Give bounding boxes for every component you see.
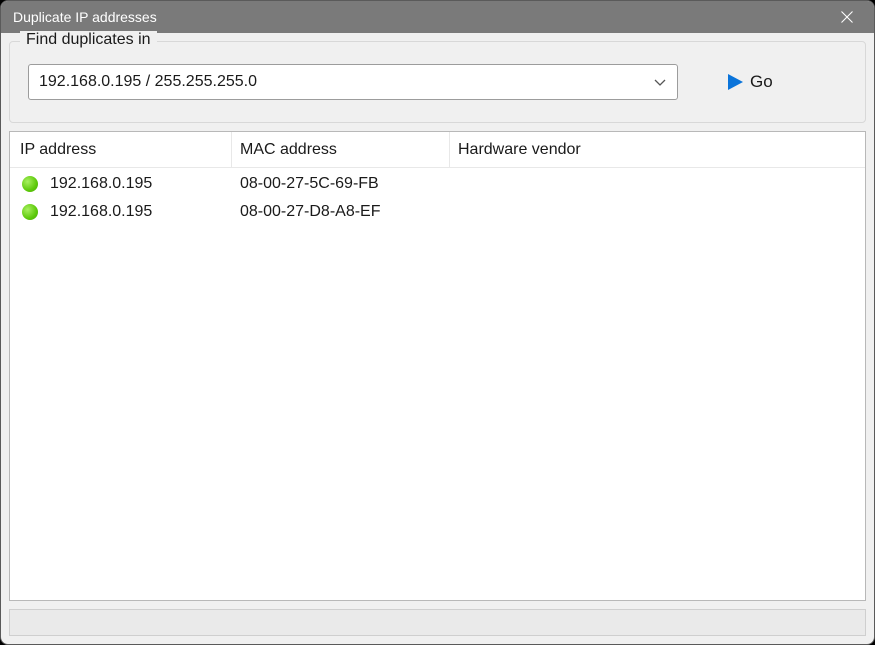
close-button[interactable] [824,1,870,33]
cell-ip: 192.168.0.195 [10,198,232,226]
cell-mac: 08-00-27-5C-69-FB [232,170,450,198]
column-header-vendor[interactable]: Hardware vendor [450,132,865,167]
go-button-label: Go [750,72,773,92]
cell-mac: 08-00-27-D8-A8-EF [232,198,450,226]
content-area: Find duplicates in 192.168.0.195 / 255.2… [1,33,874,644]
table-row[interactable]: 192.168.0.195 08-00-27-5C-69-FB [10,170,865,198]
window: Duplicate IP addresses Find duplicates i… [0,0,875,645]
cell-vendor [450,198,865,226]
status-online-icon [22,176,38,192]
go-button[interactable]: Go [718,68,781,96]
window-title: Duplicate IP addresses [13,9,824,25]
status-online-icon [22,204,38,220]
column-header-ip[interactable]: IP address [10,132,232,167]
results-table: IP address MAC address Hardware vendor 1… [9,131,866,601]
cell-ip: 192.168.0.195 [10,170,232,198]
table-row[interactable]: 192.168.0.195 08-00-27-D8-A8-EF [10,198,865,226]
close-icon [841,11,853,23]
group-legend: Find duplicates in [20,31,157,49]
column-header-mac[interactable]: MAC address [232,132,450,167]
network-dropdown[interactable]: 192.168.0.195 / 255.255.255.0 [28,64,678,100]
ip-value: 192.168.0.195 [50,175,152,193]
network-dropdown-value: 192.168.0.195 / 255.255.255.0 [39,73,653,91]
cell-vendor [450,170,865,198]
ip-value: 192.168.0.195 [50,203,152,221]
play-icon [726,73,744,91]
table-header: IP address MAC address Hardware vendor [10,132,865,168]
status-bar [9,609,866,636]
titlebar[interactable]: Duplicate IP addresses [1,1,874,33]
find-duplicates-group: Find duplicates in 192.168.0.195 / 255.2… [9,41,866,123]
table-body: 192.168.0.19508-00-27-5C-69-FB192.168.0.… [10,168,865,600]
chevron-down-icon [653,75,667,89]
finder-row: 192.168.0.195 / 255.255.255.0 Go [28,64,847,100]
